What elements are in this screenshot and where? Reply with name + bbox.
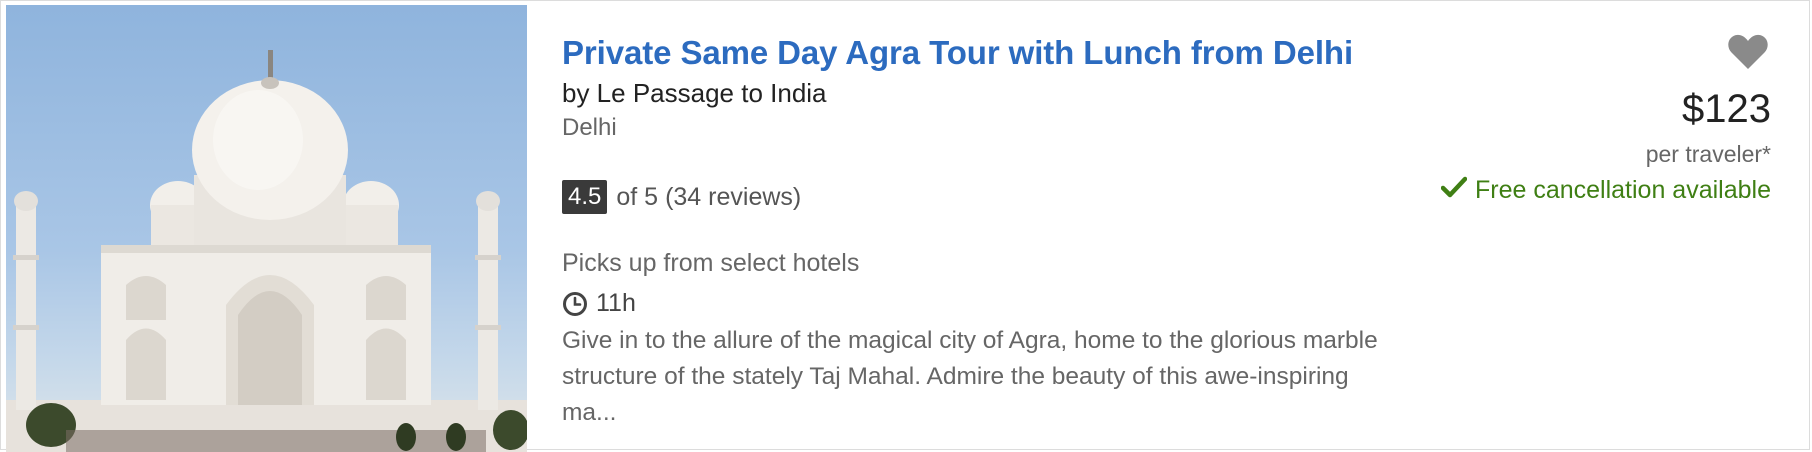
tour-location: Delhi <box>562 114 617 141</box>
tour-description: Give in to the allure of the magical cit… <box>562 327 1378 426</box>
review-count: (34 reviews) <box>665 182 802 211</box>
tour-title-link[interactable]: Private Same Day Agra Tour with Lunch fr… <box>562 34 1353 72</box>
price-unit: per traveler* <box>1645 141 1771 167</box>
pickup-info: Picks up from select hotels <box>562 249 860 277</box>
operator-name: by Le Passage to India <box>562 78 827 108</box>
heart-icon <box>1727 34 1769 75</box>
clock-icon <box>562 291 588 317</box>
free-cancellation: Free cancellation available <box>1440 176 1771 205</box>
duration-value: 11h <box>596 289 636 317</box>
price: $123 <box>1682 87 1771 131</box>
rating-out-of: of 5 <box>616 182 659 211</box>
rating-score-badge: 4.5 <box>562 180 608 214</box>
free-cancellation-label: Free cancellation available <box>1474 176 1771 204</box>
favorite-button[interactable] <box>1727 33 1769 71</box>
tour-listing-card[interactable]: Private Same Day Agra Tour with Lunch fr… <box>0 0 1810 452</box>
rating: 4.5 of 5 (34 reviews) <box>562 180 801 214</box>
tour-photo[interactable] <box>6 5 527 452</box>
duration: 11h <box>562 289 636 318</box>
check-icon <box>1440 176 1468 205</box>
